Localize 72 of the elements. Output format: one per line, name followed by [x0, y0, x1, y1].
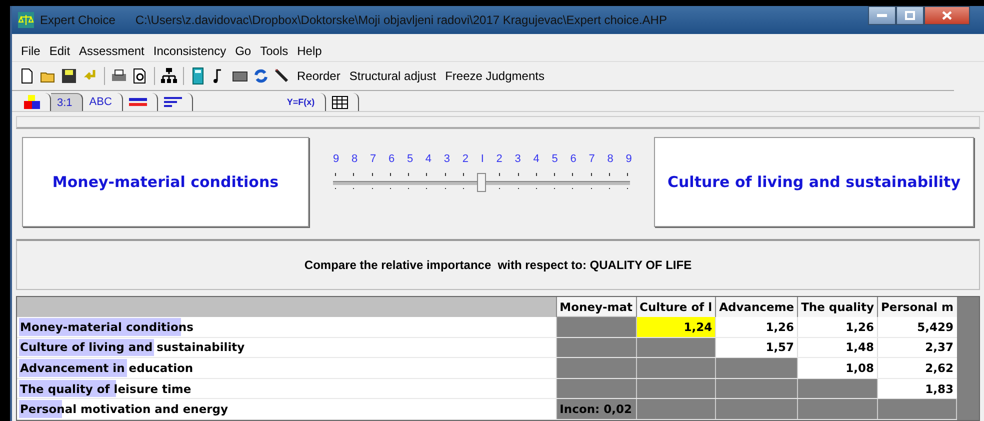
toolbar-button[interactable]: Reorder [294, 69, 344, 83]
close-icon [942, 11, 952, 20]
refresh-icon[interactable] [252, 67, 270, 85]
app-title: Expert Choice [40, 13, 116, 27]
scale-number: I [480, 153, 484, 165]
menu-item[interactable]: Edit [48, 43, 72, 59]
slider-track[interactable] [333, 173, 630, 192]
column-header: Money-mat [556, 297, 636, 316]
scale-number: 9 [626, 153, 632, 165]
scale-number: 7 [370, 153, 376, 165]
scale-number: 3 [444, 153, 450, 165]
value-cell[interactable]: 2,37 [877, 337, 956, 358]
tab[interactable]: Y=F(x) [280, 93, 326, 111]
scale-number: 3 [514, 153, 521, 165]
scale-number: 7 [588, 153, 595, 165]
toolbar-button[interactable]: Structural adjust [346, 69, 440, 83]
minimize-button[interactable] [868, 6, 896, 25]
menu-item[interactable]: Inconsistency [152, 43, 228, 59]
value-cell[interactable]: 1,24 [636, 316, 716, 338]
scale-number: 4 [533, 153, 540, 165]
sort-lines-icon [164, 97, 182, 107]
row-name-cell[interactable]: The quality of leisure time [17, 378, 556, 399]
column-header: Culture of l [636, 297, 716, 316]
value-cell[interactable]: 2,62 [877, 358, 956, 378]
menu-item[interactable]: Help [296, 43, 323, 59]
floppy-icon[interactable] [60, 67, 78, 85]
scale-number: 6 [570, 153, 576, 165]
row-name-cell[interactable]: Personal motivation and energy [17, 398, 556, 420]
minimize-icon [877, 14, 887, 18]
column-header: Advanceme [716, 297, 798, 316]
hierarchy-icon[interactable] [160, 67, 178, 85]
tab[interactable]: ABC [83, 93, 123, 111]
value-cell[interactable]: 1,26 [798, 316, 878, 338]
menu-item[interactable]: Go [234, 43, 252, 59]
scale-number: 8 [351, 153, 358, 165]
maximize-icon [905, 11, 915, 20]
right-item-name: Culture of living and sustainability [667, 173, 960, 191]
scale-number: 5 [552, 153, 558, 165]
column-header: Personal m [877, 297, 956, 316]
value-cell[interactable]: 5,429 [877, 316, 956, 338]
close-button[interactable] [924, 6, 970, 25]
scale-number: 2 [462, 153, 469, 165]
menu-item[interactable]: Tools [259, 43, 290, 59]
scale-number: 5 [406, 153, 414, 165]
toolbar-button[interactable]: Freeze Judgments [442, 69, 548, 83]
scale-number: 9 [333, 153, 340, 165]
file-path: C:\Users\z.davidovac\Dropbox\Doktorske\Moji objavljeni radovi\2017 Kragujevac\Expert choice.AHP [135, 13, 667, 27]
cubes-icon [24, 95, 40, 109]
column-header: The quality [798, 297, 878, 316]
row-name-cell[interactable]: Money-material conditions [17, 316, 556, 338]
value-cell[interactable]: 1,08 [798, 358, 878, 378]
scale-number: 8 [607, 153, 614, 165]
scales-icon [18, 12, 34, 28]
menu-item[interactable]: File [20, 43, 42, 59]
lines-icon [128, 97, 147, 107]
tab[interactable]: 3:1 [51, 93, 84, 111]
row-name-cell[interactable]: Advancement in education [17, 358, 556, 378]
scale-number: 2 [496, 153, 502, 165]
prompt-text: Compare the relative importance with respect to: QUALITY OF LIFE [304, 258, 692, 272]
maximize-button[interactable] [896, 6, 924, 25]
value-cell[interactable]: 1,48 [798, 337, 878, 358]
row-name-cell[interactable]: Culture of living and sustainability [17, 337, 556, 358]
scale-number: 6 [388, 153, 395, 165]
scrollbar[interactable] [957, 297, 979, 420]
left-item-name: Money-material conditions [52, 173, 279, 191]
grid-icon [332, 96, 348, 108]
menu-item[interactable]: Assessment [78, 43, 146, 59]
inconsistency-cell: Incon: 0,02 [556, 398, 636, 420]
slider-thumb[interactable] [476, 173, 486, 192]
wand-icon[interactable] [273, 67, 291, 85]
value-cell[interactable]: 1,26 [716, 316, 798, 338]
scale-number: 4 [425, 153, 432, 165]
